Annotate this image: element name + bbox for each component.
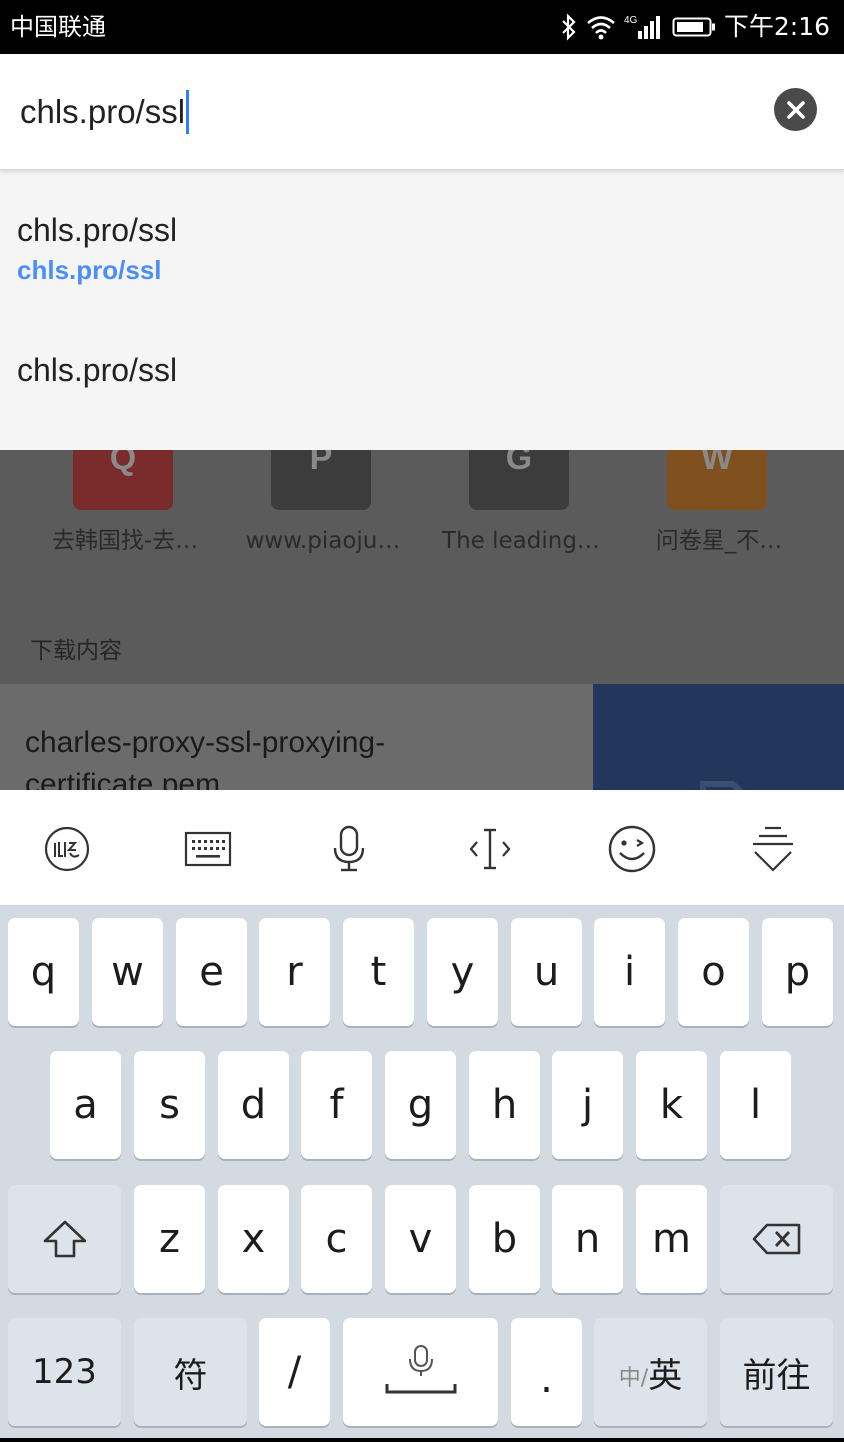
key-y[interactable]: y <box>427 918 498 1026</box>
key-t[interactable]: t <box>343 918 414 1026</box>
cursor-move-icon <box>469 828 511 870</box>
url-input[interactable]: chls.pro/ssl <box>20 90 190 134</box>
tile-icon: W <box>667 450 767 510</box>
signal-icon: 4G <box>624 15 660 39</box>
key-s[interactable]: s <box>134 1051 205 1159</box>
key-e[interactable]: e <box>176 918 247 1026</box>
downloads-heading: 下载内容 <box>30 638 122 664</box>
backspace-icon <box>752 1223 800 1255</box>
key-z[interactable]: z <box>134 1185 205 1293</box>
suggestion-title: chls.pro/ssl <box>17 352 178 388</box>
key-f[interactable]: f <box>301 1051 372 1159</box>
key-c[interactable]: c <box>301 1185 372 1293</box>
battery-icon <box>672 17 715 37</box>
xunfei-logo-button[interactable] <box>31 814 103 884</box>
emoji-icon <box>608 825 656 873</box>
language-key-primary: 英 <box>648 1355 683 1396</box>
close-icon <box>786 100 805 119</box>
suggestion-item[interactable]: chls.pro/ssl <box>0 310 844 450</box>
tile-label: 去韩国找-去… <box>51 528 199 554</box>
shift-icon <box>43 1220 86 1258</box>
download-thumbnail <box>593 684 844 790</box>
soft-keyboard: q w e r t y u i o p a s d f g h j k l z … <box>0 906 844 1438</box>
symbols-key[interactable]: 符 <box>134 1318 247 1426</box>
language-switch-key[interactable]: 中/英 <box>594 1318 707 1426</box>
space-key[interactable] <box>343 1318 498 1426</box>
key-d[interactable]: d <box>218 1051 289 1159</box>
xunfei-logo-icon <box>44 826 90 872</box>
file-icon <box>700 781 744 790</box>
key-g[interactable]: g <box>385 1051 456 1159</box>
tile-icon: Q <box>73 450 173 510</box>
clear-button[interactable] <box>774 88 817 131</box>
key-n[interactable]: n <box>552 1185 623 1293</box>
clock: 下午2:16 <box>723 12 830 41</box>
cursor-move-button[interactable] <box>454 814 526 884</box>
url-input-value: chls.pro/ssl <box>20 93 186 130</box>
suggestion-title: chls.pro/ssl <box>17 212 178 248</box>
key-j[interactable]: j <box>552 1051 623 1159</box>
microphone-icon <box>333 825 365 872</box>
status-icons: 4G 下午2:16 <box>560 10 830 44</box>
hide-keyboard-icon <box>753 826 793 872</box>
key-p[interactable]: p <box>762 918 833 1026</box>
backspace-key[interactable] <box>720 1185 833 1293</box>
suggestion-url: chls.pro/ssl <box>17 255 162 285</box>
keyboard-switch-button[interactable] <box>172 814 244 884</box>
tile-label: www.piaoju… <box>245 528 401 554</box>
svg-text:4G: 4G <box>624 15 638 26</box>
numbers-key[interactable]: 123 <box>8 1318 121 1426</box>
key-b[interactable]: b <box>469 1185 540 1293</box>
shift-key[interactable] <box>8 1185 121 1293</box>
bluetooth-icon <box>562 13 576 41</box>
key-l[interactable]: l <box>720 1051 791 1159</box>
key-k[interactable]: k <box>636 1051 707 1159</box>
key-a[interactable]: a <box>50 1051 121 1159</box>
key-q[interactable]: q <box>8 918 79 1026</box>
space-mic-icon <box>385 1345 456 1394</box>
key-v[interactable]: v <box>385 1185 456 1293</box>
key-x[interactable]: x <box>218 1185 289 1293</box>
key-r[interactable]: r <box>259 918 330 1026</box>
key-i[interactable]: i <box>594 918 665 1026</box>
key-u[interactable]: u <box>511 918 582 1026</box>
hide-keyboard-button[interactable] <box>737 814 809 884</box>
wifi-icon <box>587 16 615 40</box>
tile-icon: P <box>271 450 371 510</box>
bottom-edge <box>0 1438 844 1442</box>
key-o[interactable]: o <box>678 918 749 1026</box>
language-key-secondary: 中/ <box>618 1366 649 1391</box>
key-w[interactable]: w <box>92 918 163 1026</box>
tile-label: 问卷星_不… <box>655 528 783 554</box>
period-key[interactable]: . <box>511 1318 582 1426</box>
keyboard-toolbar <box>0 790 844 906</box>
slash-key[interactable]: / <box>259 1318 330 1426</box>
status-bar: 中国联通 4G 下午2:16 <box>0 0 844 54</box>
emoji-button[interactable] <box>596 814 668 884</box>
go-key[interactable]: 前往 <box>720 1318 833 1426</box>
download-card: charles-proxy-ssl-proxying-certificate.p… <box>0 684 593 790</box>
suggestion-list: chls.pro/ssl chls.pro/ssl chls.pro/ssl <box>0 170 844 450</box>
keyboard-icon <box>184 831 232 867</box>
text-caret <box>186 90 190 134</box>
tile-icon: G <box>469 450 569 510</box>
voice-input-button[interactable] <box>313 814 385 884</box>
url-bar: chls.pro/ssl <box>0 54 844 170</box>
background-page-overlay: Q 去韩国找-去… P www.piaoju… G The leading… W… <box>0 450 844 790</box>
tile-label: The leading… <box>442 528 600 554</box>
key-m[interactable]: m <box>636 1185 707 1293</box>
suggestion-item[interactable]: chls.pro/ssl chls.pro/ssl <box>0 170 844 310</box>
key-h[interactable]: h <box>469 1051 540 1159</box>
carrier-name: 中国联通 <box>10 13 106 41</box>
download-file-name: charles-proxy-ssl-proxying-certificate.p… <box>25 726 386 790</box>
